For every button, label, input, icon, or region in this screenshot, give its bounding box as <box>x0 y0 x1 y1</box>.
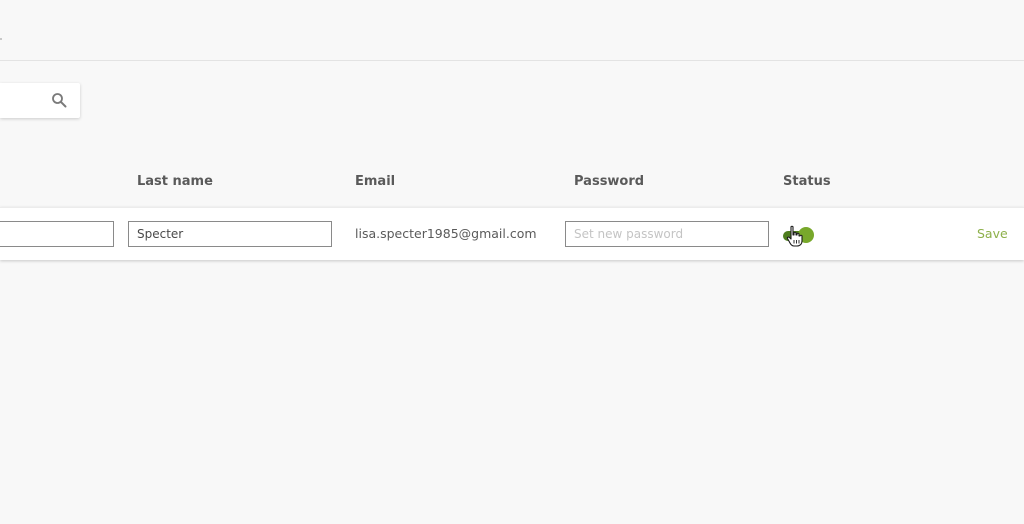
column-header-password: Password <box>574 174 645 189</box>
hand-pointer-cursor-icon <box>786 225 803 247</box>
column-header-email: Email <box>355 174 396 189</box>
search-box[interactable] <box>0 83 80 118</box>
first-name-field[interactable] <box>0 221 114 247</box>
column-header-last-name: Last name <box>137 174 213 189</box>
column-header-status: Status <box>783 174 831 189</box>
email-value: lisa.specter1985@gmail.com <box>355 226 537 241</box>
password-field[interactable] <box>565 221 769 247</box>
top-bar <box>0 0 1024 61</box>
table-row: lisa.specter1985@gmail.com Save <box>0 207 1024 260</box>
save-button[interactable]: Save <box>977 226 1008 241</box>
last-name-field[interactable] <box>128 221 332 247</box>
topbar-edge-mark <box>0 38 2 40</box>
search-icon[interactable] <box>51 92 67 108</box>
search-input[interactable] <box>0 83 44 118</box>
